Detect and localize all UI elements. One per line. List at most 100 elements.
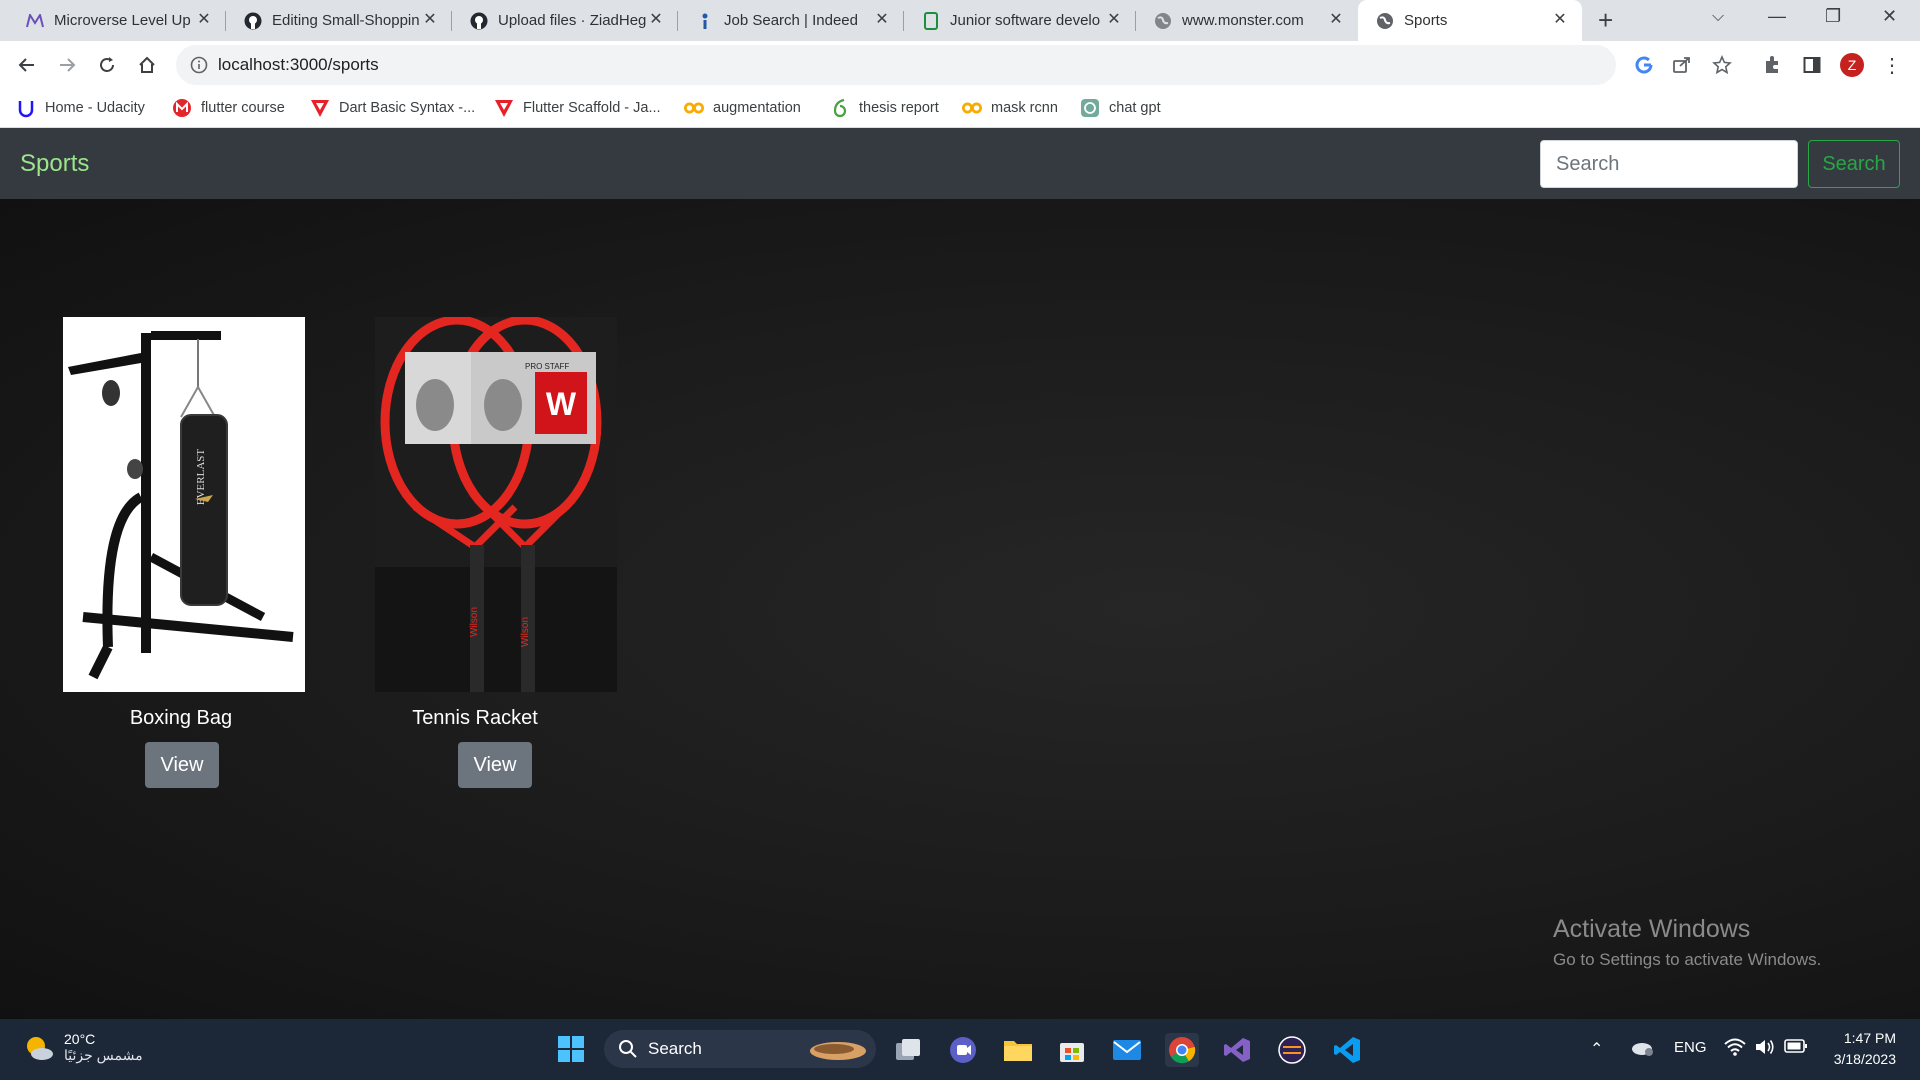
clock-time: 1:47 PM [1843,1030,1896,1046]
search-highlight-icon [810,1042,866,1060]
tab-title: Job Search | Indeed [724,12,858,29]
temperature: 20°C [64,1031,96,1047]
close-icon[interactable]: ✕ [196,12,212,28]
microsoft-store-icon[interactable] [1055,1033,1089,1067]
tab-title: Junior software develo [950,12,1100,29]
home-icon [139,56,155,73]
bookmarks-bar: Home - Udacity flutter course Dart Basic… [0,89,1920,128]
github-icon [244,12,262,30]
github-icon [470,12,488,30]
volume-icon[interactable] [1754,1037,1776,1061]
more-menu-icon[interactable]: ⋮ [1880,53,1904,77]
new-tab-button[interactable]: + [1598,7,1613,33]
chrome-icon[interactable] [1165,1033,1199,1067]
close-icon[interactable]: ✕ [1328,12,1344,28]
teams-chat-icon[interactable] [946,1033,980,1067]
close-icon[interactable]: ✕ [1552,12,1568,28]
view-tennis-racket-button[interactable]: View [458,742,532,788]
close-icon[interactable]: ✕ [1106,12,1122,28]
bookmark-udacity[interactable]: Home - Udacity [16,98,145,118]
system-clock[interactable]: 1:47 PM 3/18/2023 [1824,1030,1896,1067]
tab-github-editing[interactable]: Editing Small-Shoppin ✕ [226,0,452,41]
reload-button[interactable] [93,51,121,79]
info-icon[interactable] [190,56,208,79]
tab-monster[interactable]: www.monster.com ✕ [1136,0,1358,41]
visual-studio-icon[interactable] [1220,1033,1254,1067]
wilson-handle-logo: Wilson [520,617,531,647]
onedrive-icon[interactable] [1630,1038,1654,1060]
m-icon [172,98,192,118]
weather-description: مشمس جزئيًا [64,1047,143,1063]
product-name: Tennis Racket [412,707,538,729]
product-card: W PRO STAFF Wilson Wilson Tennis Racket [375,317,617,729]
bookmark-mask-rcnn[interactable]: mask rcnn [962,98,1058,118]
product-grid: EVERLAST Boxing Bag View W PRO STAFF Wil… [0,199,1920,1019]
forward-button[interactable] [53,51,81,79]
bookmark-chat-gpt[interactable]: chat gpt [1080,98,1161,118]
language-indicator[interactable]: ENG [1674,1039,1707,1056]
globe-icon [1154,12,1172,30]
extensions-icon[interactable] [1760,53,1784,77]
tab-github-upload[interactable]: Upload files · ZiadHeg ✕ [452,0,678,41]
address-bar[interactable]: localhost:3000/sports [176,45,1616,85]
windows-taskbar: 20°C مشمس جزئيًا Search ⌃ ENG 1:47 PM 3/… [0,1019,1920,1080]
restore-button[interactable]: ❐ [1825,6,1841,27]
site-navbar: Sports Search [0,128,1920,199]
eclipse-icon[interactable] [1275,1033,1309,1067]
tab-search-chevron-icon[interactable]: ⌵ [1712,8,1724,26]
document-icon [922,11,940,30]
search-input[interactable] [1540,140,1798,188]
minimize-button[interactable]: — [1768,6,1786,27]
boxing-bag-image: EVERLAST [63,317,305,692]
vscode-icon[interactable] [1330,1033,1364,1067]
bookmark-flutter-course[interactable]: flutter course [172,98,285,118]
watermark-title: Activate Windows [1553,915,1751,943]
bookmark-thesis-report[interactable]: thesis report [830,98,939,118]
taskbar-search[interactable]: Search [604,1030,876,1068]
battery-icon[interactable] [1784,1038,1808,1058]
windows-start-icon[interactable] [554,1032,588,1066]
v-icon [310,98,330,118]
close-icon[interactable]: ✕ [874,12,890,28]
close-icon[interactable]: ✕ [422,12,438,28]
tab-title: Microverse Level Up [54,12,191,29]
wifi-icon[interactable] [1724,1037,1746,1061]
arrow-right-icon [60,58,76,72]
reload-icon [100,57,114,72]
back-button[interactable] [13,51,41,79]
task-view-icon[interactable] [891,1033,925,1067]
close-icon[interactable]: ✕ [648,12,664,28]
view-boxing-bag-button[interactable]: View [145,742,219,788]
openai-icon [1080,98,1100,118]
tab-indeed[interactable]: Job Search | Indeed ✕ [678,0,904,41]
profile-avatar[interactable]: Z [1840,53,1864,77]
home-button[interactable] [133,51,161,79]
bookmark-star-icon[interactable] [1710,53,1734,77]
bookmark-augmentation[interactable]: augmentation [684,98,801,118]
wilson-w-logo: W [546,386,577,422]
everlast-logo: EVERLAST [195,449,207,506]
partly-sunny-icon [27,1036,53,1060]
pro-staff-label: PRO STAFF [525,362,569,371]
product-name: Boxing Bag [129,707,233,729]
share-icon[interactable] [1670,53,1694,77]
search-button[interactable]: Search [1808,140,1900,188]
tennis-racket-image: W PRO STAFF Wilson Wilson [375,317,617,692]
show-hidden-icons-chevron-icon[interactable]: ⌃ [1590,1039,1603,1059]
tab-sports[interactable]: Sports ✕ [1358,0,1582,41]
bookmark-dart-basic-syntax[interactable]: Dart Basic Syntax -... [310,98,475,118]
microverse-icon [26,12,44,30]
colab-icon [962,98,982,118]
site-brand[interactable]: Sports [20,150,89,178]
browser-toolbar: localhost:3000/sports Z ⋮ [0,41,1920,89]
google-icon[interactable] [1632,53,1656,77]
bookmark-flutter-scaffold[interactable]: Flutter Scaffold - Ja... [494,98,661,118]
mail-icon[interactable] [1110,1033,1144,1067]
file-explorer-icon[interactable] [1001,1033,1035,1067]
tab-junior-developer[interactable]: Junior software develo ✕ [904,0,1136,41]
side-panel-icon[interactable] [1800,53,1824,77]
indeed-icon [696,12,714,30]
tab-microverse[interactable]: Microverse Level Up ✕ [8,0,226,41]
window-close-button[interactable]: ✕ [1882,6,1897,27]
weather-widget[interactable]: 20°C مشمس جزئيًا [24,1031,143,1064]
